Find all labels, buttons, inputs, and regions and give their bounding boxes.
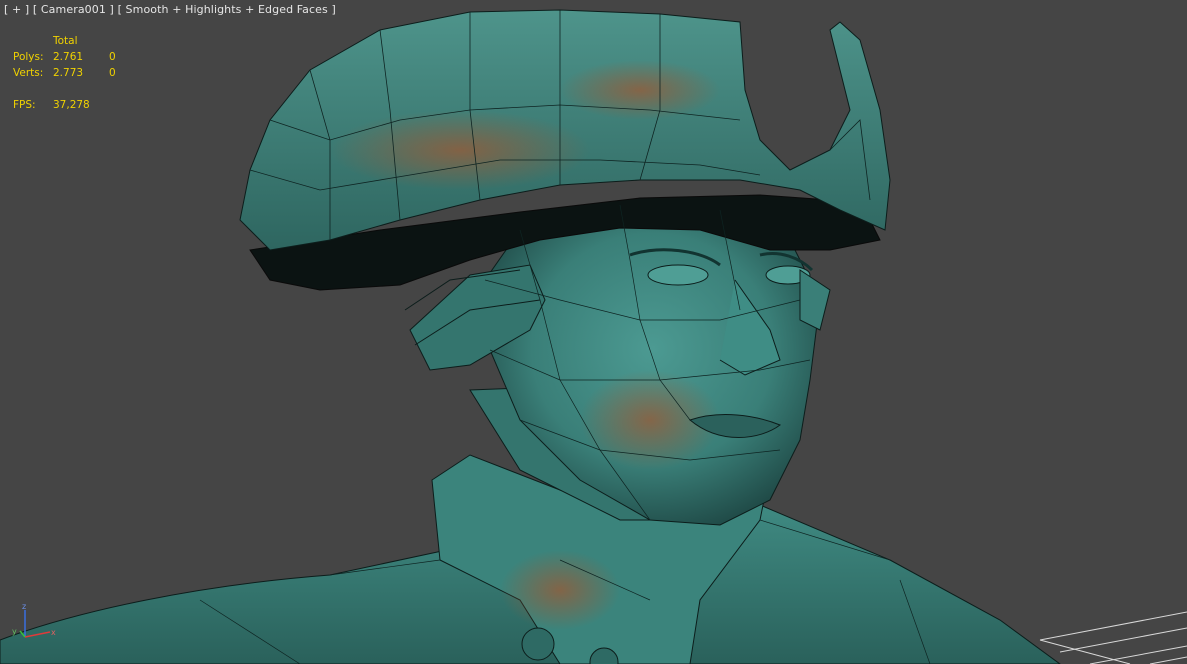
verts-total: 2.773: [53, 67, 84, 79]
viewport-menu-plus[interactable]: [ + ]: [4, 3, 29, 16]
perspective-viewport[interactable]: [ + ] [ Camera001 ] [ Smooth + Highlight…: [0, 0, 1187, 664]
stats-total-header: Total: [53, 35, 78, 47]
viewport-camera-menu[interactable]: [ Camera001 ]: [33, 3, 114, 16]
axis-gizmo-icon: z x y: [12, 602, 56, 638]
gizmo-x-label: x: [51, 628, 56, 637]
viewport-shading-menu[interactable]: [ Smooth + Highlights + Edged Faces ]: [118, 3, 336, 16]
fps-label: FPS:: [13, 99, 36, 111]
gizmo-z-label: z: [22, 602, 26, 611]
gizmo-y-label: y: [12, 627, 17, 636]
viewport-label[interactable]: [ + ] [ Camera001 ] [ Smooth + Highlight…: [4, 3, 336, 16]
fps-value: 37,278: [53, 99, 90, 111]
character-bust-model[interactable]: [0, 0, 1187, 664]
polys-selected: 0: [109, 51, 116, 63]
ground-grid: [1039, 611, 1187, 664]
polys-total: 2.761: [53, 51, 84, 63]
verts-selected: 0: [109, 67, 116, 79]
polys-label: Polys:: [13, 51, 44, 63]
verts-label: Verts:: [13, 67, 44, 79]
